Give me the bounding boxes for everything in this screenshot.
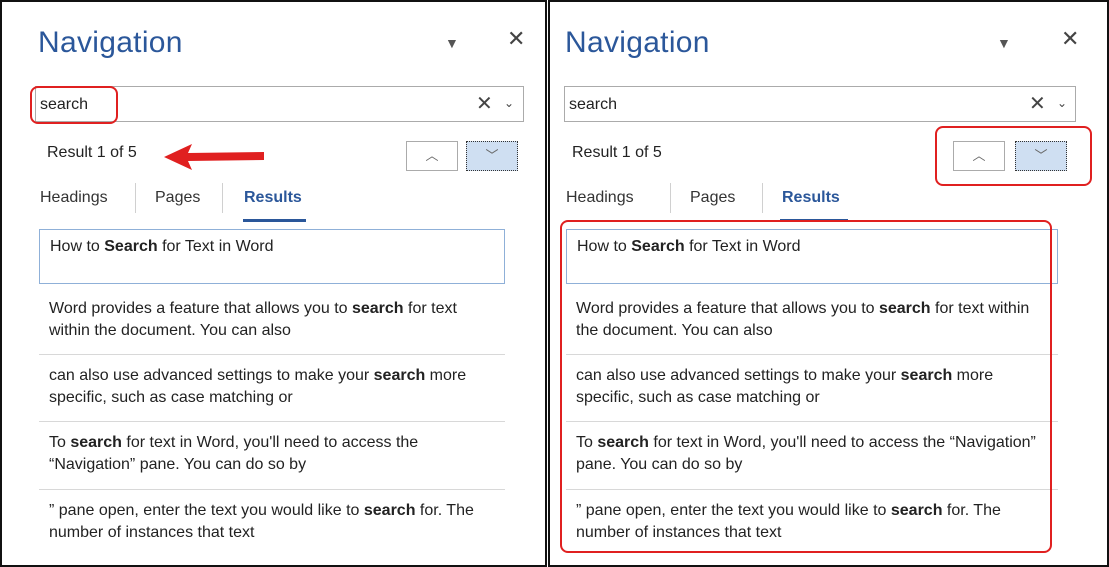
- clear-search-icon[interactable]: ✕: [476, 91, 493, 116]
- tab-divider: [135, 183, 136, 213]
- tab-divider: [762, 183, 763, 213]
- result-divider: [39, 354, 505, 355]
- search-input[interactable]: search: [569, 96, 617, 114]
- tab-results[interactable]: Results: [782, 189, 840, 207]
- search-highlight: [30, 86, 118, 124]
- next-result-button[interactable]: ﹀: [466, 141, 518, 171]
- result-item[interactable]: To search for text in Word, you'll need …: [39, 432, 505, 476]
- search-options-icon[interactable]: ⌄: [1057, 96, 1067, 110]
- tab-divider: [222, 183, 223, 213]
- pane-title: Navigation: [565, 26, 710, 59]
- results-highlight: [560, 220, 1052, 553]
- tab-results[interactable]: Results: [244, 189, 302, 207]
- result-item[interactable]: ” pane open, enter the text you would li…: [39, 500, 505, 544]
- result-count: Result 1 of 5: [572, 144, 662, 161]
- result-item[interactable]: How to Search for Text in Word: [39, 229, 505, 284]
- tab-pages[interactable]: Pages: [155, 189, 200, 207]
- result-count: Result 1 of 5: [47, 144, 137, 161]
- nav-buttons-highlight: [935, 126, 1092, 186]
- result-item[interactable]: Word provides a feature that allows you …: [39, 298, 505, 342]
- navigation-pane-right: Navigation ▼ ✕ search ✕ ⌄ Result 1 of 5 …: [548, 0, 1109, 567]
- tab-headings[interactable]: Headings: [566, 189, 634, 207]
- result-divider: [39, 421, 505, 422]
- tab-pages[interactable]: Pages: [690, 189, 735, 207]
- close-icon[interactable]: ✕: [507, 26, 525, 52]
- close-icon[interactable]: ✕: [1061, 26, 1079, 52]
- tab-divider: [670, 183, 671, 213]
- search-options-icon[interactable]: ⌄: [504, 96, 514, 110]
- active-tab-indicator: [243, 219, 306, 222]
- search-field[interactable]: search ✕ ⌄: [564, 86, 1076, 122]
- pane-options-icon[interactable]: ▼: [445, 35, 459, 51]
- tab-headings[interactable]: Headings: [40, 189, 108, 207]
- navigation-pane-left: Navigation ▼ ✕ search ✕ ⌄ Result 1 of 5 …: [0, 0, 547, 567]
- result-divider: [39, 489, 505, 490]
- annotation-arrow-icon: [164, 144, 264, 170]
- clear-search-icon[interactable]: ✕: [1029, 91, 1046, 116]
- result-item[interactable]: can also use advanced settings to make y…: [39, 365, 505, 409]
- pane-title: Navigation: [38, 26, 183, 59]
- pane-options-icon[interactable]: ▼: [997, 35, 1011, 51]
- previous-result-button[interactable]: ︿: [406, 141, 458, 171]
